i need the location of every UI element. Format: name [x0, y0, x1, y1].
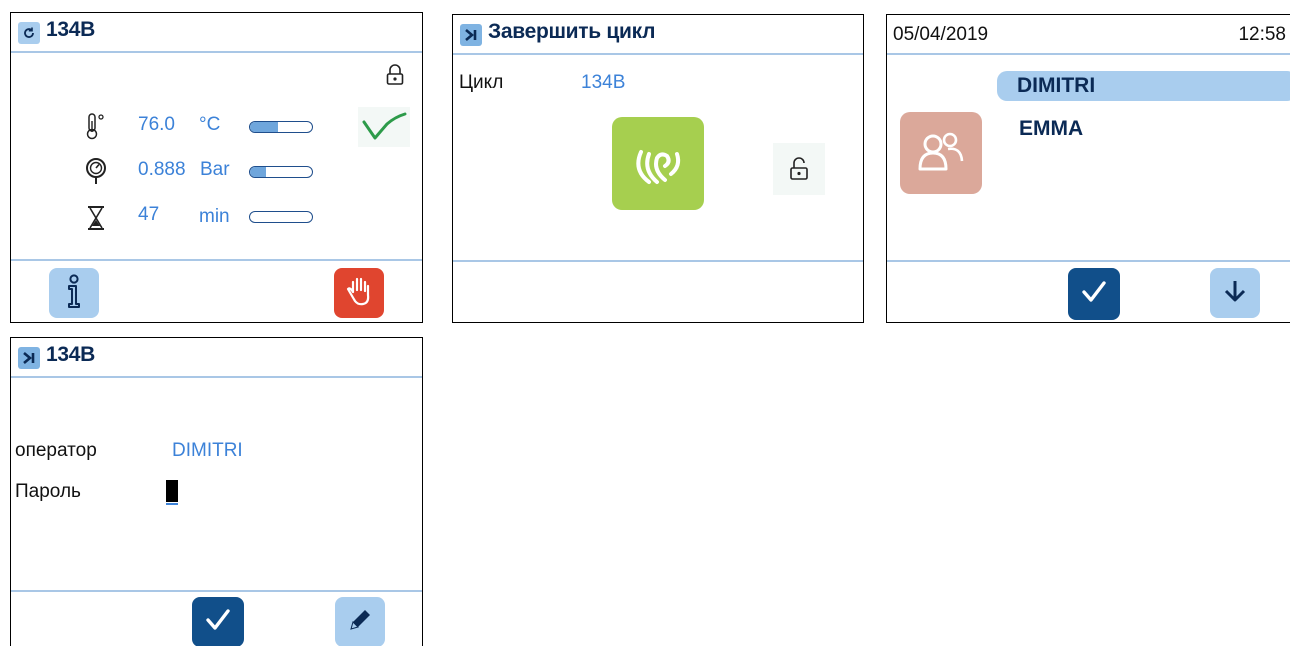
footer-divider: [453, 260, 863, 262]
operator-value: DIMITRI: [172, 440, 243, 461]
header: 134B: [11, 13, 422, 53]
password-screen: 134B оператор DIMITRI Пароль: [10, 337, 423, 646]
time-unit: min: [199, 206, 230, 227]
cycle-value: 134B: [581, 72, 626, 93]
users-icon: [917, 131, 965, 176]
confirm-button[interactable]: [192, 597, 244, 646]
cycle-status-screen: 134B 76.0 °C 0.888 Bar 47 min: [10, 12, 423, 323]
header: 134B: [11, 338, 422, 378]
password-label: Пароль: [15, 481, 81, 502]
temperature-unit: °C: [199, 114, 221, 135]
cycle-label: Цикл: [459, 72, 504, 93]
info-icon: [65, 273, 83, 313]
arrow-down-icon: [1223, 278, 1247, 309]
footer-divider: [11, 590, 422, 592]
confirm-button[interactable]: [1068, 268, 1120, 320]
footer-divider: [11, 259, 422, 261]
stop-hand-icon: [344, 275, 374, 312]
text-cursor-underline: [166, 503, 178, 505]
pressure-gauge-icon: [79, 156, 113, 186]
edit-pencil-icon: [346, 606, 374, 639]
time-bar: [249, 211, 313, 223]
temperature-bar: [249, 121, 313, 133]
operator-name: EMMA: [1019, 117, 1084, 140]
hourglass-icon: [79, 203, 113, 233]
pressure-value: 0.888: [138, 159, 186, 180]
time-label: 12:58: [1238, 24, 1286, 45]
page-title: 134B: [46, 343, 96, 366]
finish-gesture-icon: [627, 130, 689, 197]
pressure-bar-fill: [250, 167, 266, 177]
unlock-icon[interactable]: [773, 143, 825, 195]
pressure-bar: [249, 166, 313, 178]
text-cursor: [166, 480, 178, 502]
operator-label: оператор: [15, 440, 97, 461]
date-label: 05/04/2019: [893, 24, 989, 45]
finish-cycle-button[interactable]: [612, 117, 704, 210]
scroll-down-button[interactable]: [1210, 268, 1260, 318]
finish-cycle-screen: Завершить цикл Цикл 134B: [452, 14, 864, 323]
lock-icon: [383, 63, 407, 87]
confirm-icon: [1081, 280, 1107, 309]
thermometer-icon: [79, 111, 113, 141]
refresh-icon: [18, 22, 40, 44]
temperature-value: 76.0: [138, 114, 175, 135]
operator-name: DIMITRI: [1017, 74, 1096, 97]
operator-select-screen: 05/04/2019 12:58 DIMITRI EMMA: [886, 14, 1290, 323]
operator-list-item-selected[interactable]: DIMITRI: [997, 71, 1290, 101]
skip-icon: [18, 347, 40, 369]
page-title: Завершить цикл: [488, 20, 656, 43]
operator-list-item[interactable]: EMMA: [997, 113, 1287, 143]
stop-button[interactable]: [334, 268, 384, 318]
header: Завершить цикл: [453, 15, 863, 55]
edit-button[interactable]: [335, 597, 385, 646]
header: 05/04/2019 12:58: [887, 15, 1290, 55]
confirm-icon: [205, 608, 231, 637]
info-button[interactable]: [49, 268, 99, 318]
password-input[interactable]: [166, 480, 180, 506]
users-button[interactable]: [900, 112, 982, 194]
time-value: 47: [138, 204, 160, 225]
footer-divider: [887, 260, 1290, 262]
temperature-bar-fill: [250, 122, 278, 132]
page-title: 134B: [46, 18, 96, 41]
wave-icon: [358, 107, 410, 147]
skip-icon: [460, 24, 482, 46]
pressure-unit: Bar: [200, 159, 230, 180]
